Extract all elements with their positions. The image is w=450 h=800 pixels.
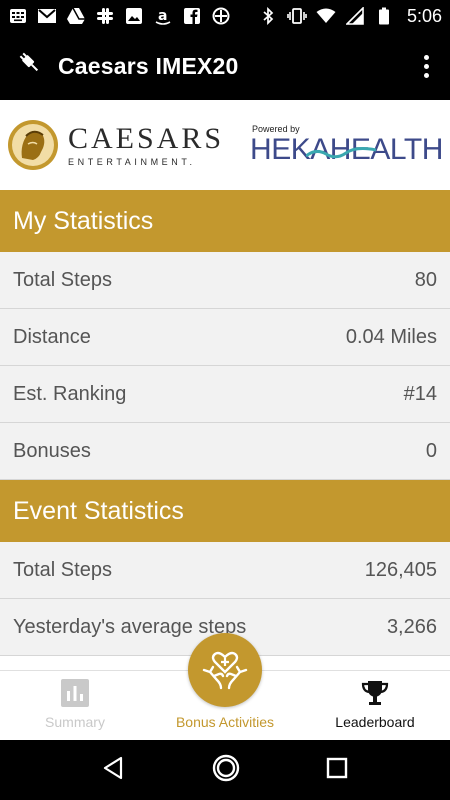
vibrate-icon: [287, 7, 307, 25]
stat-value: 3,266: [386, 615, 437, 638]
stat-label: Est. Ranking: [13, 382, 127, 405]
nav-summary-label: Summary: [45, 714, 105, 730]
stat-row-event-total-steps: Total Steps 126,405: [0, 542, 450, 599]
stat-label: Total Steps: [13, 268, 112, 291]
slack-icon: [211, 7, 231, 25]
svg-text:a: a: [158, 8, 167, 24]
app-bar: Caesars IMEX20: [0, 32, 450, 100]
amazon-icon: a: [153, 7, 173, 25]
my-statistics-header: My Statistics: [0, 190, 450, 252]
hands-heart-icon: [202, 651, 248, 690]
trophy-icon: [360, 676, 390, 710]
plug-icon: [18, 51, 44, 82]
image-icon: [124, 7, 144, 25]
stat-label: Total Steps: [13, 558, 112, 581]
stat-value: #14: [403, 382, 437, 405]
stat-row-total-steps: Total Steps 80: [0, 252, 450, 309]
bar-chart-icon: [61, 676, 89, 710]
back-icon[interactable]: [102, 756, 126, 785]
stat-label: Bonuses: [13, 439, 91, 462]
stat-row-est-ranking: Est. Ranking #14: [0, 366, 450, 423]
facebook-icon: [182, 7, 202, 25]
slack-icon: [95, 7, 115, 25]
signal-icon: [345, 7, 365, 25]
overflow-menu-icon[interactable]: [416, 51, 436, 81]
nav-leaderboard[interactable]: Leaderboard: [300, 671, 450, 740]
stat-value: 0: [425, 439, 437, 462]
drive-icon: [66, 7, 86, 25]
status-time: 5:06: [406, 5, 442, 26]
heka-logo: Powered by HEKAHEALTH: [250, 124, 443, 166]
heka-wave-icon: [306, 147, 377, 159]
stat-value: 80: [414, 268, 437, 291]
caesars-logo: CAESARS ENTERTAINMENT.: [6, 118, 224, 172]
battery-icon: [374, 7, 394, 25]
grid-icon: [8, 7, 28, 25]
stat-row-bonuses: Bonuses 0: [0, 423, 450, 480]
stat-row-distance: Distance 0.04 Miles: [0, 309, 450, 366]
nav-summary[interactable]: Summary: [0, 671, 150, 740]
nav-bonus-label: Bonus Activities: [175, 714, 275, 730]
nav-leaderboard-label: Leaderboard: [335, 714, 415, 730]
stat-value: 126,405: [364, 558, 437, 581]
logo-banner: CAESARS ENTERTAINMENT. Powered by HEKAHE…: [0, 100, 450, 190]
wifi-icon: [316, 7, 336, 25]
caesars-subtitle: ENTERTAINMENT.: [68, 156, 196, 167]
bonus-activities-fab[interactable]: [188, 633, 262, 707]
event-statistics-header: Event Statistics: [0, 480, 450, 542]
status-bar: a 5:06: [0, 0, 450, 32]
stat-value: 0.04 Miles: [345, 325, 437, 348]
mail-icon: [37, 7, 57, 25]
caesar-head-icon: [8, 120, 58, 170]
system-navigation: [0, 740, 450, 800]
home-icon[interactable]: [211, 753, 241, 788]
bluetooth-icon: [258, 7, 278, 25]
caesars-name: CAESARS: [68, 121, 225, 155]
recents-icon[interactable]: [326, 757, 348, 784]
statistics-content[interactable]: My Statistics Total Steps 80 Distance 0.…: [0, 190, 450, 670]
app-title: Caesars IMEX20: [58, 52, 239, 79]
stat-label: Distance: [13, 325, 91, 348]
